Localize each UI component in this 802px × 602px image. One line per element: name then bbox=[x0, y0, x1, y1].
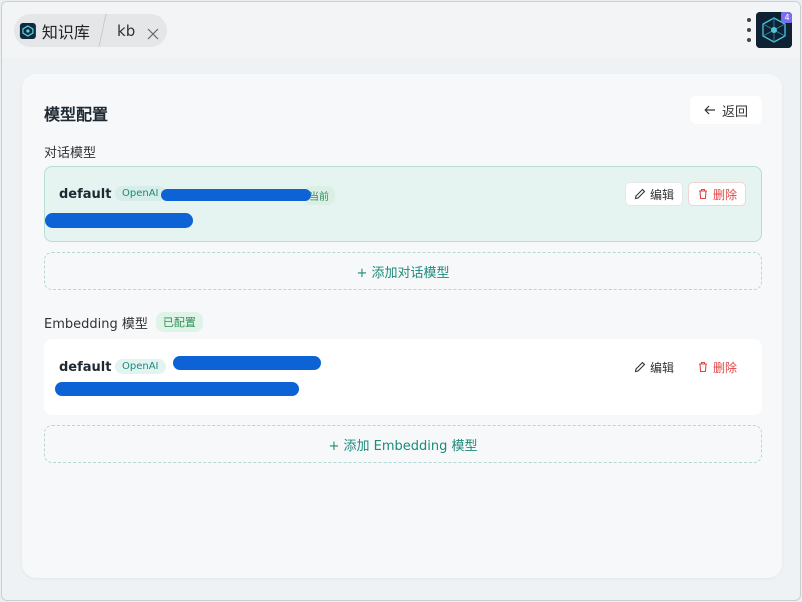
back-button-label: 返回 bbox=[721, 104, 748, 120]
redacted-model-id bbox=[173, 356, 321, 370]
avatar[interactable]: 4 bbox=[756, 12, 792, 48]
notification-badge: 4 bbox=[781, 12, 792, 23]
delete-button-label: 删除 bbox=[712, 187, 737, 202]
embedding-section-title: Embedding 模型 已配置 bbox=[44, 312, 203, 332]
redacted-model-id bbox=[161, 189, 311, 201]
arrow-left-icon bbox=[704, 105, 715, 115]
add-chat-model-label: + 添加对话模型 bbox=[356, 265, 450, 281]
model-name: default bbox=[59, 187, 112, 202]
status-badge: 已配置 bbox=[155, 312, 203, 332]
top-bar: 知识库 kb 4 bbox=[2, 2, 800, 58]
add-chat-model-button[interactable]: + 添加对话模型 bbox=[44, 252, 762, 290]
model-config-panel: 模型配置 返回 对话模型 default OpenAI 当前 编辑 删除 + 添… bbox=[22, 74, 782, 578]
chat-section-title: 对话模型 bbox=[44, 142, 96, 161]
delete-button[interactable]: 删除 bbox=[688, 182, 746, 206]
tab-kb-label: kb bbox=[117, 21, 136, 40]
add-embedding-model-button[interactable]: + 添加 Embedding 模型 bbox=[44, 425, 762, 463]
provider-badge: OpenAI bbox=[115, 186, 166, 201]
tab-knowledge-base[interactable]: 知识库 bbox=[16, 14, 107, 47]
trash-icon bbox=[698, 188, 707, 200]
redacted-model-url bbox=[45, 213, 193, 228]
breadcrumb-tabs: 知识库 kb bbox=[14, 14, 168, 47]
more-vertical-icon[interactable] bbox=[746, 18, 752, 42]
pencil-icon bbox=[634, 361, 646, 373]
tab-knowledge-base-label: 知识库 bbox=[42, 22, 91, 42]
embedding-model-card[interactable]: default OpenAI 编辑 删除 bbox=[44, 339, 762, 415]
tab-kb[interactable]: kb bbox=[103, 14, 159, 47]
edit-button-label: 编辑 bbox=[649, 360, 674, 375]
close-icon[interactable] bbox=[147, 25, 159, 39]
back-button[interactable]: 返回 bbox=[690, 96, 762, 124]
redacted-model-url bbox=[55, 382, 299, 396]
app-window: 知识库 kb 4 模型配置 返回 对话模型 default OpenAI 当前 … bbox=[1, 1, 801, 601]
page-title: 模型配置 bbox=[44, 105, 109, 124]
add-embedding-model-label: + 添加 Embedding 模型 bbox=[328, 438, 478, 454]
chat-model-card[interactable]: default OpenAI 当前 编辑 删除 bbox=[44, 166, 762, 242]
edit-button[interactable]: 编辑 bbox=[625, 182, 683, 206]
chat-section-title-label: 对话模型 bbox=[44, 146, 97, 161]
edit-button-label: 编辑 bbox=[649, 187, 674, 202]
edit-button[interactable]: 编辑 bbox=[625, 355, 683, 379]
model-name: default bbox=[59, 360, 112, 375]
delete-button-label: 删除 bbox=[712, 360, 737, 375]
trash-icon bbox=[698, 361, 707, 373]
app-logo-icon bbox=[20, 22, 36, 39]
pencil-icon bbox=[634, 188, 646, 200]
delete-button[interactable]: 删除 bbox=[688, 355, 746, 379]
provider-badge: OpenAI bbox=[115, 359, 166, 374]
embedding-section-title-label: Embedding 模型 bbox=[44, 316, 148, 332]
